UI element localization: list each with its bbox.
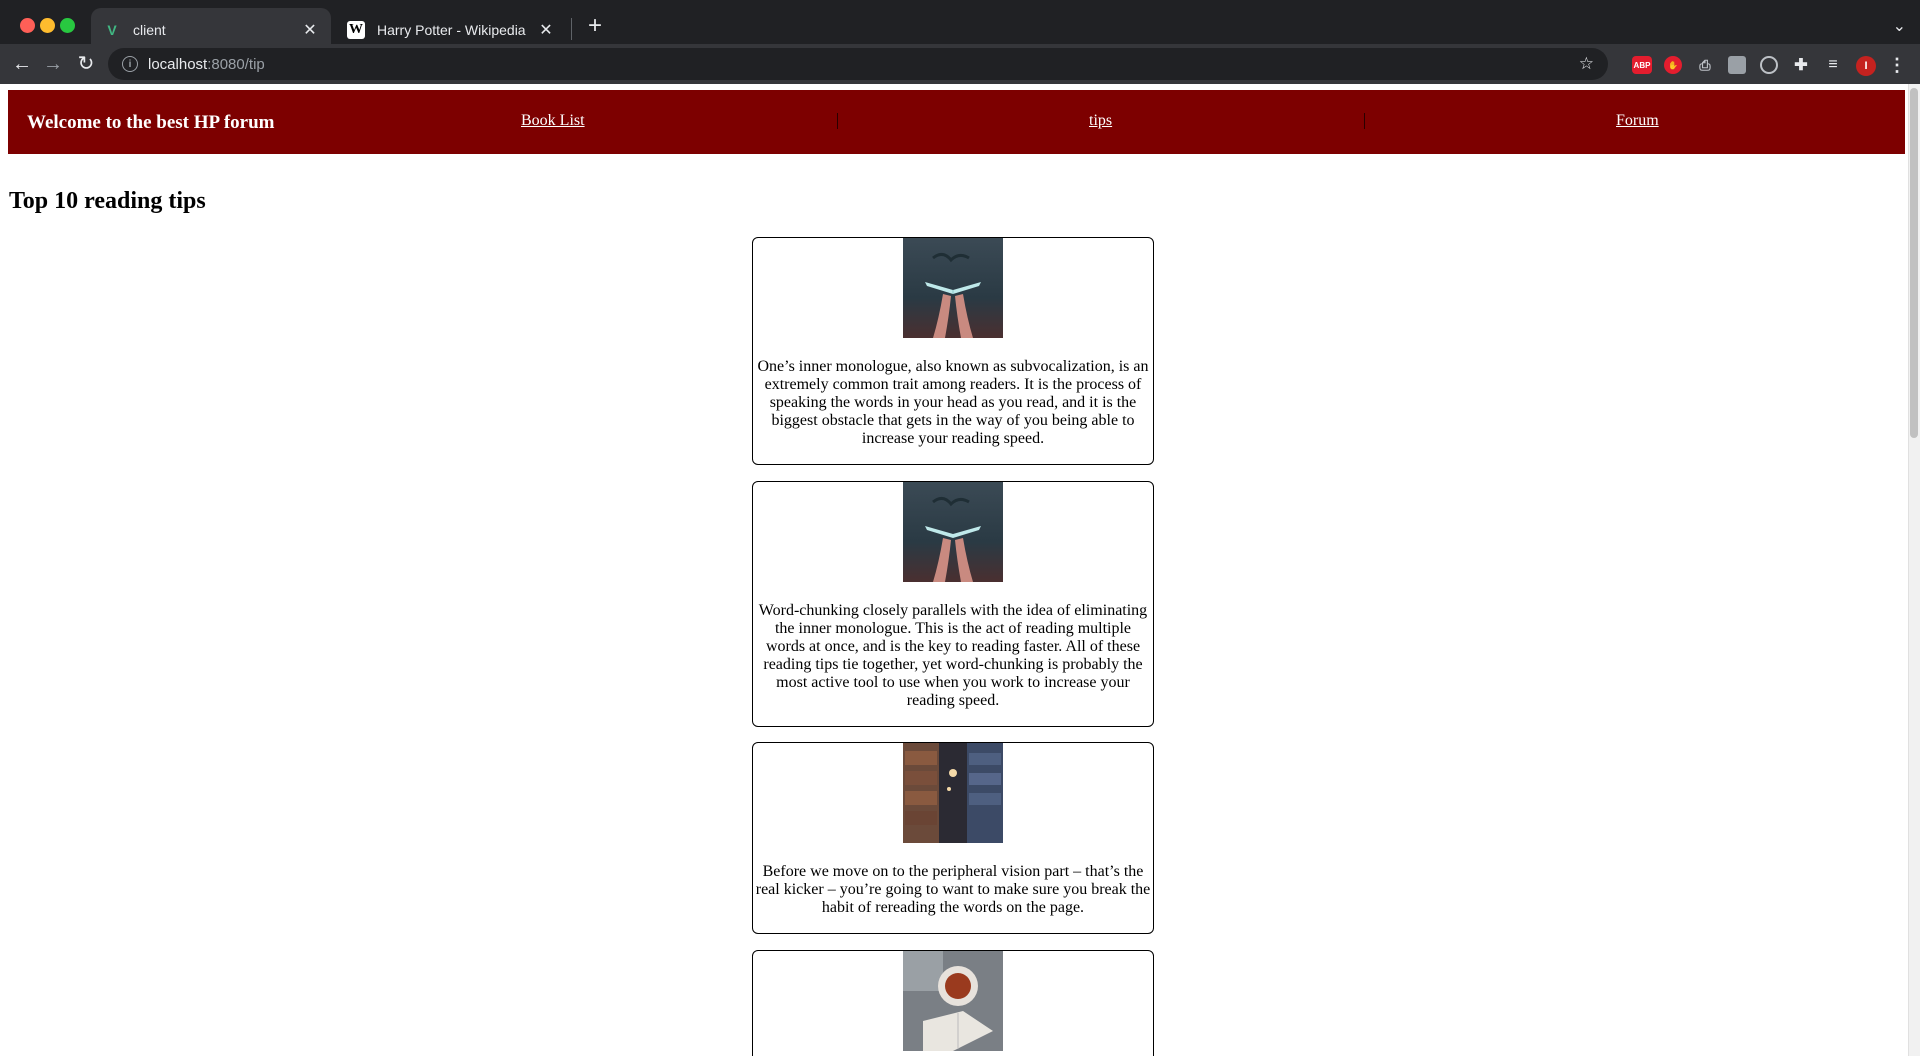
- address-bar[interactable]: i localhost:8080/tip ☆: [108, 48, 1608, 80]
- adblock-plus-icon[interactable]: ABP: [1632, 56, 1652, 74]
- hands-holding-book-image: [903, 482, 1003, 582]
- address-host: localhost: [148, 55, 208, 73]
- nav-separator: [1364, 113, 1365, 129]
- library-bookshelves-image: [903, 743, 1003, 843]
- tab-close-icon[interactable]: ✕: [301, 20, 319, 40]
- media-control-icon[interactable]: ≡: [1824, 56, 1842, 74]
- tab-search-chevron-icon[interactable]: ⌄: [1893, 16, 1906, 36]
- profile-avatar[interactable]: I: [1856, 56, 1876, 76]
- scrollbar[interactable]: [1908, 84, 1920, 1056]
- reload-icon[interactable]: ↻: [74, 52, 98, 76]
- nav-link-tips[interactable]: tips: [1089, 112, 1112, 130]
- tip-text: Word-chunking closely parallels with the…: [758, 602, 1148, 709]
- tab-close-icon[interactable]: ✕: [537, 20, 555, 40]
- site-header: Welcome to the best HP forum Book List t…: [8, 90, 1905, 154]
- browser-toolbar: ← → ↻ i localhost:8080/tip ☆ ABP ✋ ⎙ ✚ ≡…: [0, 44, 1920, 84]
- address-path: :8080/tip: [207, 55, 265, 73]
- forward-arrow-icon[interactable]: →: [41, 52, 65, 76]
- extension-square-icon[interactable]: [1728, 56, 1746, 74]
- hand-extension-icon[interactable]: ✋: [1664, 56, 1682, 74]
- tab-separator: [571, 18, 572, 40]
- vue-favicon-icon: V: [107, 22, 117, 38]
- extensions-puzzle-icon[interactable]: ✚: [1792, 56, 1810, 74]
- tip-text: Before we move on to the peripheral visi…: [755, 863, 1151, 916]
- page-title: Top 10 reading tips: [9, 188, 206, 214]
- tip-card: One’s inner monologue, also known as sub…: [752, 237, 1154, 465]
- tip-card: [752, 950, 1154, 1056]
- tip-text: One’s inner monologue, also known as sub…: [757, 358, 1149, 447]
- page-viewport: Welcome to the best HP forum Book List t…: [0, 84, 1920, 1056]
- circle-extension-icon[interactable]: [1760, 56, 1778, 74]
- printer-extension-icon[interactable]: ⎙: [1696, 56, 1714, 74]
- nav-separator: [837, 113, 838, 129]
- hands-holding-book-image: [903, 238, 1003, 338]
- window-close-button[interactable]: [20, 18, 35, 33]
- site-info-icon[interactable]: i: [122, 56, 138, 72]
- scrollbar-thumb[interactable]: [1910, 88, 1918, 438]
- tea-cup-and-book-image: [903, 951, 1003, 1051]
- tab-title: client: [133, 22, 166, 38]
- back-arrow-icon[interactable]: ←: [10, 52, 34, 76]
- nav-link-book-list[interactable]: Book List: [521, 112, 585, 130]
- window-maximize-button[interactable]: [60, 18, 75, 33]
- tip-card: Before we move on to the peripheral visi…: [752, 742, 1154, 934]
- browser-menu-icon[interactable]: ⋮: [1888, 55, 1906, 75]
- site-title: Welcome to the best HP forum: [27, 112, 275, 133]
- nav-link-forum[interactable]: Forum: [1616, 112, 1659, 130]
- tip-card: Word-chunking closely parallels with the…: [752, 481, 1154, 727]
- window-minimize-button[interactable]: [40, 18, 55, 33]
- wikipedia-favicon-icon: W: [347, 21, 365, 39]
- bookmark-star-icon[interactable]: ☆: [1579, 54, 1594, 74]
- new-tab-icon[interactable]: +: [583, 14, 607, 38]
- tab-title: Harry Potter - Wikipedia: [377, 22, 526, 38]
